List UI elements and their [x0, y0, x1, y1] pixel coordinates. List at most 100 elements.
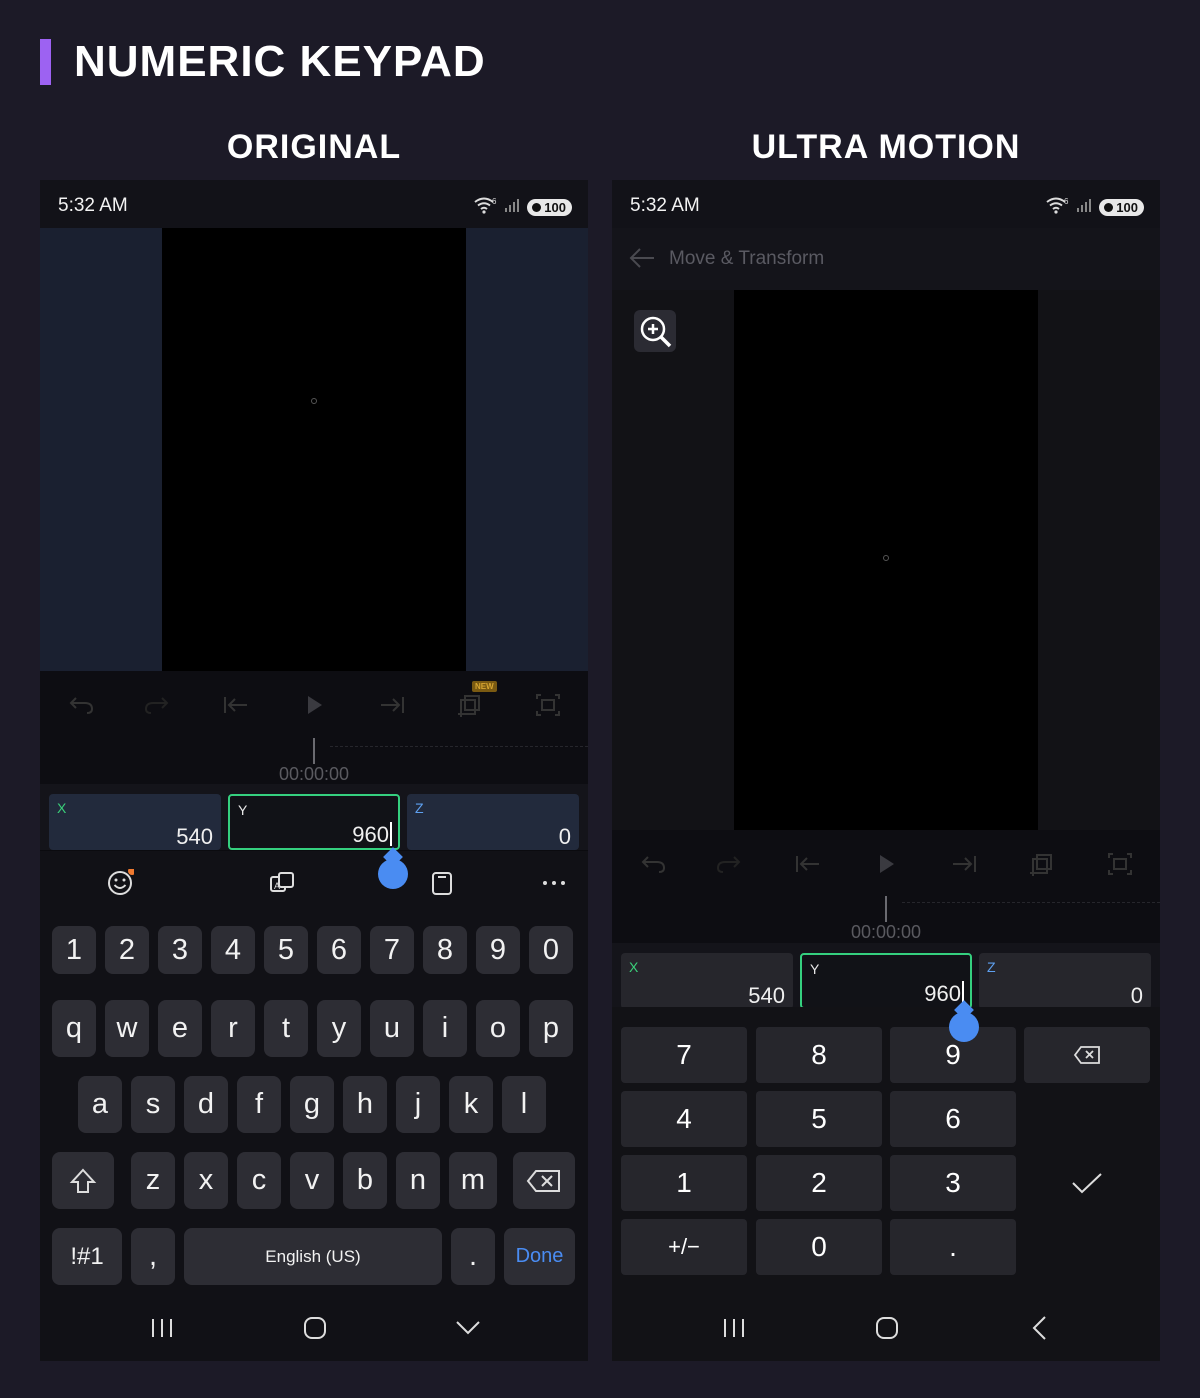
key-3[interactable]: 3 — [158, 926, 202, 974]
key-4[interactable]: 4 — [211, 926, 255, 974]
timeline-ruler[interactable] — [330, 746, 588, 756]
key-q[interactable]: q — [52, 1000, 96, 1057]
video-preview[interactable] — [612, 290, 1160, 830]
home-icon[interactable] — [295, 1311, 335, 1345]
fullscreen-icon[interactable] — [528, 685, 568, 725]
key-f[interactable]: f — [237, 1076, 281, 1133]
key-a[interactable]: a — [78, 1076, 122, 1133]
anchor-point[interactable] — [311, 398, 317, 404]
key-z[interactable]: z — [131, 1152, 175, 1209]
playhead[interactable] — [313, 738, 315, 764]
x-field[interactable]: X 540 — [621, 953, 793, 1009]
jump-end-icon[interactable] — [372, 685, 412, 725]
num-key-0[interactable]: 0 — [756, 1219, 882, 1275]
key-w[interactable]: w — [105, 1000, 149, 1057]
editor-toolbar: NEW 00:00:00 — [40, 671, 588, 784]
emoji-icon[interactable] — [100, 861, 140, 905]
key-1[interactable]: 1 — [52, 926, 96, 974]
key-7[interactable]: 7 — [370, 926, 414, 974]
num-key-4[interactable]: 4 — [621, 1091, 747, 1147]
key-u[interactable]: u — [370, 1000, 414, 1057]
key-h[interactable]: h — [343, 1076, 387, 1133]
num-key-7[interactable]: 7 — [621, 1027, 747, 1083]
shift-key[interactable] — [52, 1152, 114, 1209]
y-label: Y — [238, 802, 248, 818]
clipboard-icon[interactable] — [422, 861, 462, 905]
key-5[interactable]: 5 — [264, 926, 308, 974]
undo-icon[interactable] — [632, 844, 672, 884]
key-6[interactable]: 6 — [317, 926, 361, 974]
anchor-point[interactable] — [883, 555, 889, 561]
home-icon[interactable] — [867, 1311, 907, 1345]
plus-minus-key[interactable]: +/− — [621, 1219, 747, 1275]
key-v[interactable]: v — [290, 1152, 334, 1209]
zoom-button[interactable] — [634, 310, 676, 352]
num-key-2[interactable]: 2 — [756, 1155, 882, 1211]
key-8[interactable]: 8 — [423, 926, 467, 974]
num-key-3[interactable]: 3 — [890, 1155, 1016, 1211]
period-key[interactable]: . — [451, 1228, 495, 1285]
play-icon[interactable] — [294, 685, 334, 725]
num-key-5[interactable]: 5 — [756, 1091, 882, 1147]
key-p[interactable]: p — [529, 1000, 573, 1057]
num-decimal-key[interactable]: . — [890, 1219, 1016, 1275]
num-key-6[interactable]: 6 — [890, 1091, 1016, 1147]
done-key[interactable]: Done — [504, 1228, 575, 1285]
y-field[interactable]: Y 960 — [228, 794, 400, 850]
z-field[interactable]: Z 0 — [407, 794, 579, 850]
num-backspace-key[interactable] — [1024, 1027, 1150, 1083]
key-t[interactable]: t — [264, 1000, 308, 1057]
key-b[interactable]: b — [343, 1152, 387, 1209]
key-s[interactable]: s — [131, 1076, 175, 1133]
recent-apps-icon[interactable] — [142, 1311, 182, 1345]
key-r[interactable]: r — [211, 1000, 255, 1057]
fullscreen-icon[interactable] — [1100, 844, 1140, 884]
key-g[interactable]: g — [290, 1076, 334, 1133]
key-9[interactable]: 9 — [476, 926, 520, 974]
y-field[interactable]: Y 960 — [800, 953, 972, 1009]
backspace-key[interactable] — [513, 1152, 575, 1209]
space-key[interactable]: English (US) — [184, 1228, 442, 1285]
jump-start-icon[interactable] — [788, 844, 828, 884]
play-icon[interactable] — [866, 844, 906, 884]
back-arrow-icon[interactable] — [628, 246, 656, 275]
key-o[interactable]: o — [476, 1000, 520, 1057]
video-preview[interactable] — [40, 228, 588, 671]
comma-key[interactable]: , — [131, 1228, 175, 1285]
redo-icon[interactable] — [710, 844, 750, 884]
back-icon[interactable] — [1020, 1311, 1060, 1345]
num-key-8[interactable]: 8 — [756, 1027, 882, 1083]
key-e[interactable]: e — [158, 1000, 202, 1057]
timeline-ruler[interactable] — [902, 902, 1160, 912]
key-d[interactable]: d — [184, 1076, 228, 1133]
key-k[interactable]: k — [449, 1076, 493, 1133]
symbols-key[interactable]: !#1 — [52, 1228, 122, 1285]
add-keyframe-icon[interactable]: NEW — [450, 681, 497, 725]
key-n[interactable]: n — [396, 1152, 440, 1209]
hide-keyboard-icon[interactable] — [448, 1311, 488, 1345]
more-options-icon[interactable] — [534, 861, 574, 905]
recent-apps-icon[interactable] — [714, 1311, 754, 1345]
key-m[interactable]: m — [449, 1152, 497, 1209]
key-2[interactable]: 2 — [105, 926, 149, 974]
z-field[interactable]: Z 0 — [979, 953, 1151, 1009]
cursor-handle[interactable] — [949, 1012, 979, 1042]
key-x[interactable]: x — [184, 1152, 228, 1209]
key-l[interactable]: l — [502, 1076, 546, 1133]
key-y[interactable]: y — [317, 1000, 361, 1057]
key-c[interactable]: c — [237, 1152, 281, 1209]
key-j[interactable]: j — [396, 1076, 440, 1133]
jump-end-icon[interactable] — [944, 844, 984, 884]
jump-start-icon[interactable] — [216, 685, 256, 725]
undo-icon[interactable] — [60, 685, 100, 725]
x-field[interactable]: X 540 — [49, 794, 221, 850]
num-confirm-key[interactable] — [1024, 1155, 1150, 1211]
translate-icon[interactable]: A — [262, 861, 302, 905]
playhead[interactable] — [885, 896, 887, 922]
num-key-1[interactable]: 1 — [621, 1155, 747, 1211]
redo-icon[interactable] — [138, 685, 178, 725]
key-i[interactable]: i — [423, 1000, 467, 1057]
key-0[interactable]: 0 — [529, 926, 573, 974]
cursor-handle[interactable] — [378, 859, 408, 889]
add-keyframe-icon[interactable] — [1022, 844, 1062, 884]
